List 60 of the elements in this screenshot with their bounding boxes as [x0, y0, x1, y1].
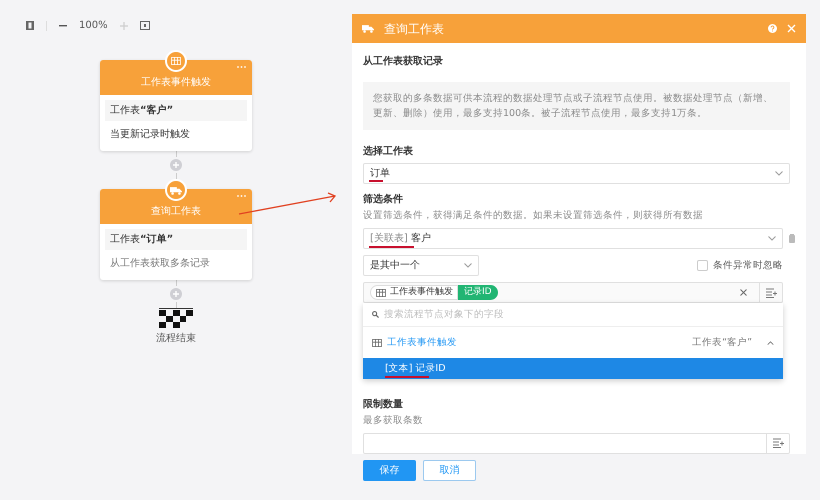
zoom-in-icon[interactable]: [120, 22, 128, 30]
field-label: 限制数量: [363, 398, 404, 412]
field-hint: 设置筛选条件，获得满足条件的数据。如果未设置筛选条件，则获得所有数据: [363, 209, 704, 223]
add-node-icon[interactable]: [170, 159, 182, 171]
truck-icon: [362, 24, 374, 33]
select-value: 订单: [370, 168, 390, 180]
checkbox[interactable]: [697, 260, 708, 272]
table-icon: [372, 338, 382, 347]
node-description: 当更新记录时触发: [109, 128, 191, 142]
annotation-underline: [369, 180, 383, 182]
annotation-underline: [385, 376, 429, 378]
notice-text: 您获取的多条数据可供本流程的数据处理节点或子流程节点使用。被数据处理节点（新增、更新、删除）使用，最多支持100条。被子流程节点使用，最多支持1万条。: [363, 82, 790, 130]
clear-icon[interactable]: [740, 289, 747, 296]
sheet-select[interactable]: 订单: [363, 163, 790, 184]
node-sheet: 工作表“订单”: [105, 229, 247, 250]
dropdown-search-field[interactable]: 搜索流程节点对象下的字段: [384, 308, 774, 322]
group-note: 工作表“客户”: [692, 336, 752, 350]
search-icon: [372, 311, 379, 318]
field-picker-icon[interactable]: [765, 288, 777, 298]
node-sheet: 工作表“客户”: [105, 100, 247, 121]
fit-screen-icon[interactable]: [140, 21, 150, 30]
end-node-label: 流程结束: [156, 332, 196, 346]
flow-node-card[interactable]: 工作表事件触发 工作表“客户” 当更新记录时触发: [100, 60, 252, 151]
field-hint: 最多获取条数: [363, 414, 424, 428]
dropdown-option[interactable]: [文本] 记录ID: [363, 358, 783, 380]
close-icon[interactable]: [787, 24, 796, 33]
truck-icon: [170, 186, 182, 194]
chevron-down-icon: [768, 236, 776, 242]
node-title: 查询工作表: [151, 204, 201, 219]
select-value: 客户: [410, 232, 431, 245]
section-title: 从工作表获取记录: [363, 54, 444, 69]
node-title: 工作表事件触发: [141, 76, 211, 90]
node-description: 从工作表获取多条记录: [109, 256, 211, 271]
select-value: 是其中一个: [370, 258, 421, 274]
zoom-level: 100%: [79, 19, 108, 33]
field-label: 选择工作表: [363, 144, 414, 159]
field-type-tag: [关联表]: [370, 232, 408, 245]
map-icon[interactable]: [26, 21, 34, 30]
table-icon: [171, 57, 181, 65]
flow-node-card[interactable]: 查询工作表 工作表“订单” 从工作表获取多条记录: [100, 189, 252, 280]
finish-flag-icon: [159, 308, 193, 328]
table-icon: [376, 288, 386, 297]
field-picker-icon[interactable]: [772, 438, 784, 448]
annotation-underline: [369, 246, 414, 248]
operator-select[interactable]: 是其中一个: [363, 255, 479, 276]
add-node-icon[interactable]: [170, 288, 182, 300]
group-label: 工作表事件触发: [387, 336, 458, 350]
chevron-down-icon: [464, 263, 472, 268]
field-label: 筛选条件: [363, 192, 404, 207]
chevron-down-icon: [775, 171, 783, 176]
filter-field-select[interactable]: [关联表] 客户: [363, 228, 783, 250]
checkbox-label: 条件异常时忽略: [713, 258, 783, 273]
help-icon[interactable]: [768, 24, 777, 33]
value-field[interactable]: 工作表事件触发 记录ID: [363, 282, 783, 304]
field-token: 记录ID: [458, 285, 498, 300]
node-token: 工作表事件触发: [370, 285, 458, 300]
trash-icon[interactable]: [789, 234, 795, 244]
limit-input[interactable]: [363, 432, 790, 454]
dropdown-group-header[interactable]: 工作表事件触发 工作表“客户”: [363, 327, 783, 358]
panel-title: 查询工作表: [384, 20, 445, 38]
